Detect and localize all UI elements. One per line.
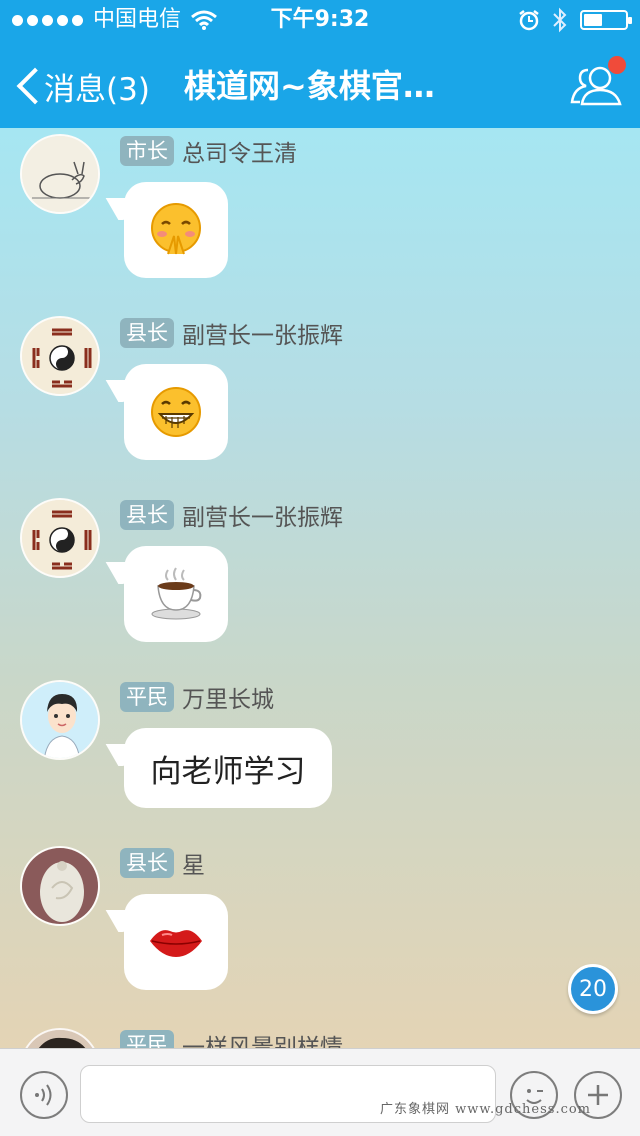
watermark: 广东象棋网 www.gdchess.com bbox=[380, 1102, 592, 1117]
rank-badge: 县长 bbox=[120, 318, 174, 348]
sender-name: 一样风景别样情 bbox=[182, 1035, 343, 1048]
avatar[interactable] bbox=[20, 316, 100, 396]
rabbit-avatar-icon bbox=[22, 136, 98, 212]
back-label: 消息(3) bbox=[44, 71, 150, 108]
avatar[interactable] bbox=[20, 1028, 100, 1048]
battery-icon bbox=[580, 10, 632, 30]
bagua-avatar-icon bbox=[22, 318, 98, 394]
rank-badge: 市长 bbox=[120, 136, 174, 166]
chat-title: 棋道网~象棋官… bbox=[184, 67, 435, 105]
unread-count-badge[interactable]: 20 bbox=[568, 964, 618, 1014]
bluetooth-icon bbox=[553, 7, 567, 33]
person-avatar-icon bbox=[22, 1030, 98, 1048]
chat-area[interactable]: 市长 总司令王清 县长 副营长一张振辉 县长 副营长一张振辉 平民 万里长城 向… bbox=[0, 128, 640, 1048]
notification-dot bbox=[608, 56, 626, 74]
coffee-cup-icon bbox=[151, 567, 202, 620]
message-bubble[interactable] bbox=[124, 364, 228, 460]
nav-bar: 消息(3) 棋道网~象棋官… bbox=[0, 44, 640, 128]
rank-badge: 平民 bbox=[120, 1030, 174, 1048]
rank-badge: 县长 bbox=[120, 500, 174, 530]
sender-name: 总司令王清 bbox=[182, 141, 297, 167]
voice-button[interactable] bbox=[20, 1071, 68, 1119]
avatar[interactable] bbox=[20, 134, 100, 214]
top-bar: 中国电信 下午9:32 消息(3) 棋道网~象棋官… bbox=[0, 0, 640, 128]
sender-name: 副营长一张振辉 bbox=[182, 505, 343, 531]
red-lips-icon bbox=[150, 930, 202, 957]
status-bar: 中国电信 下午9:32 bbox=[0, 0, 640, 40]
group-members-button[interactable] bbox=[566, 56, 626, 116]
message-bubble[interactable] bbox=[124, 182, 228, 278]
bagua-avatar-icon bbox=[22, 500, 98, 576]
message-bubble[interactable] bbox=[124, 894, 228, 990]
chevron-left-icon bbox=[14, 66, 38, 106]
sender-name: 星 bbox=[182, 853, 205, 879]
alarm-icon bbox=[519, 10, 539, 31]
input-bar bbox=[0, 1048, 640, 1136]
rank-badge: 平民 bbox=[120, 682, 174, 712]
cartoon-boy-avatar-icon bbox=[22, 682, 98, 758]
avatar[interactable] bbox=[20, 846, 100, 926]
message-bubble[interactable]: 向老师学习 bbox=[124, 728, 332, 808]
sender-name: 副营长一张振辉 bbox=[182, 323, 343, 349]
voice-icon bbox=[35, 1084, 52, 1106]
jade-carving-avatar-icon bbox=[22, 848, 98, 924]
grinning-face-icon bbox=[151, 387, 201, 437]
message-bubble[interactable] bbox=[124, 546, 228, 642]
avatar[interactable] bbox=[20, 680, 100, 760]
rank-badge: 县长 bbox=[120, 848, 174, 878]
blushing-praying-face-icon bbox=[151, 203, 201, 255]
avatar[interactable] bbox=[20, 498, 100, 578]
back-button[interactable]: 消息(3) bbox=[14, 62, 150, 110]
sender-name: 万里长城 bbox=[182, 687, 274, 713]
message-text: 向老师学习 bbox=[150, 753, 306, 790]
